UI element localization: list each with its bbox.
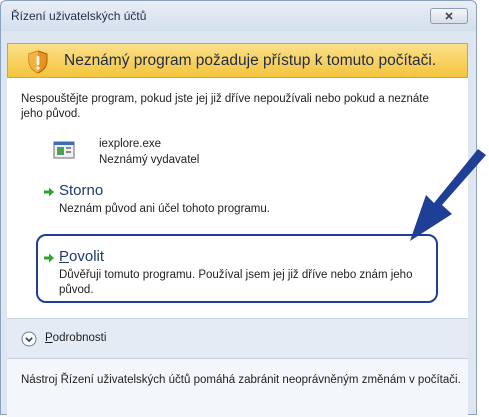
arrow-right-icon xyxy=(44,187,54,197)
details-link[interactable]: Podrobnosti xyxy=(45,332,106,344)
close-icon xyxy=(445,12,453,20)
intro-text: Nespouštějte program, pokud jste jej již… xyxy=(21,93,429,120)
cancel-description: Neznám původ ani účel tohoto programu. xyxy=(59,203,270,215)
program-icon xyxy=(53,141,75,159)
dialog-content: Nespouštějte program, pokud jste jej již… xyxy=(7,78,468,318)
close-button[interactable] xyxy=(430,8,468,24)
cancel-title: Storno xyxy=(59,182,104,199)
warning-banner: Neznámý program požaduje přístup k tomut… xyxy=(7,43,468,78)
program-publisher: Neznámý vydavatel xyxy=(99,154,200,166)
shield-warning-icon xyxy=(28,50,48,74)
window-title: Řízení uživatelských účtů xyxy=(11,9,147,23)
details-bar: Podrobnosti xyxy=(7,318,468,359)
allow-highlight-outline xyxy=(36,234,438,303)
chevron-down-icon[interactable] xyxy=(21,331,37,347)
title-bar: Řízení uživatelských účtů xyxy=(1,1,476,31)
program-name: iexplore.exe xyxy=(99,138,162,150)
details-label-rest: odrobnosti xyxy=(52,332,107,344)
details-accesskey: P xyxy=(45,332,53,344)
pointer-arrow-icon xyxy=(410,149,486,241)
footer-text: Nástroj Řízení uživatelských účtů pomáhá… xyxy=(21,374,461,386)
footer: Nástroj Řízení uživatelských účtů pomáhá… xyxy=(7,358,468,417)
banner-text: Neznámý program požaduje přístup k tomut… xyxy=(64,52,437,69)
